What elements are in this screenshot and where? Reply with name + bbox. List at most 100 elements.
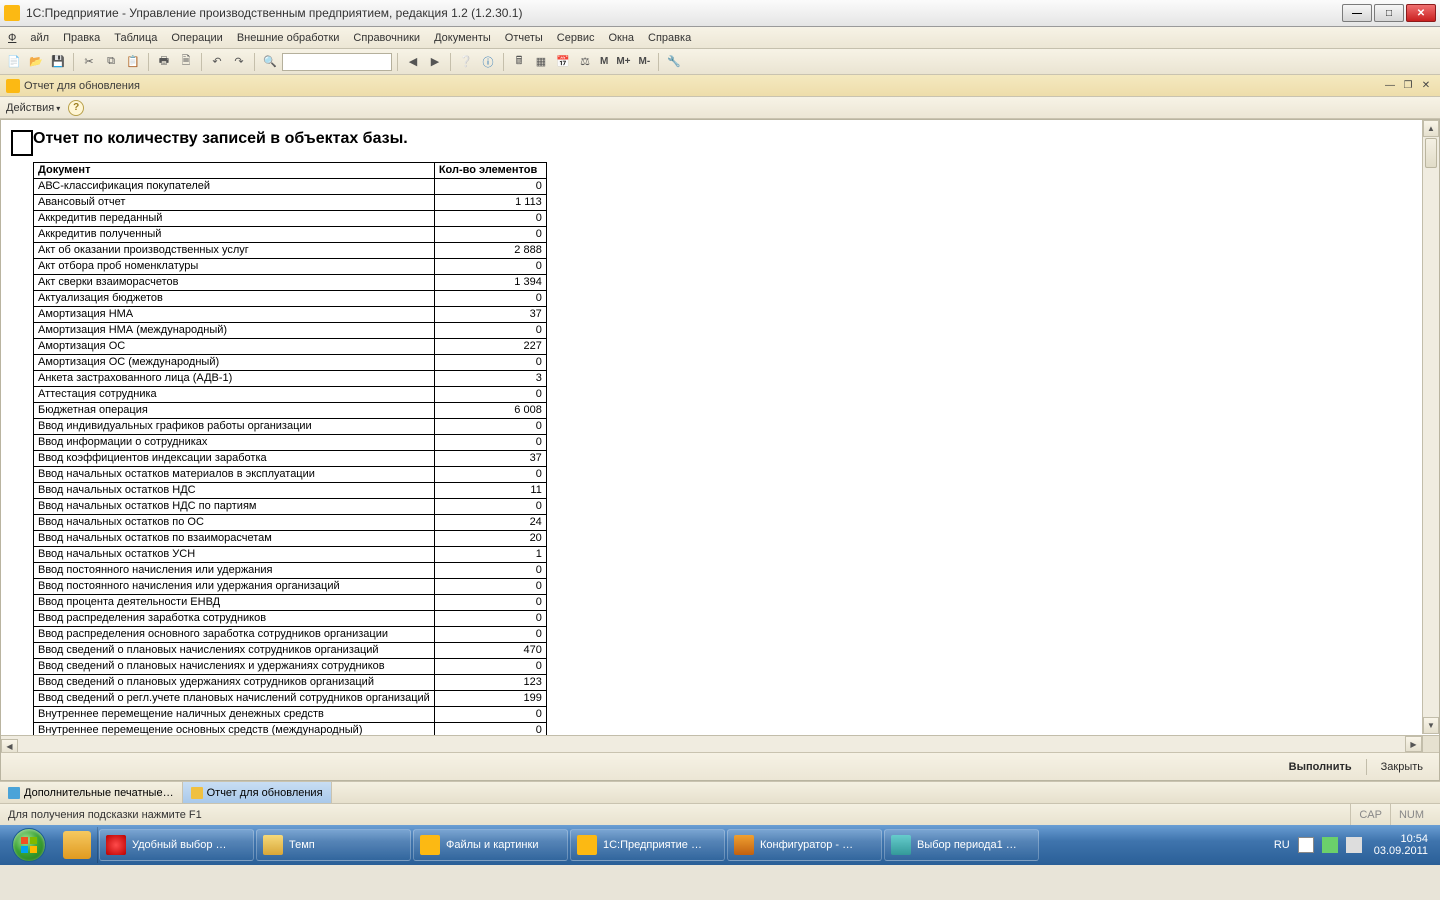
table-row[interactable]: Ввод постоянного начисления или удержани…	[34, 563, 547, 579]
menu-table[interactable]: Таблица	[114, 32, 157, 44]
table-row[interactable]: Ввод распределения заработка сотрудников…	[34, 611, 547, 627]
tray-network-icon[interactable]	[1322, 837, 1338, 853]
table-row[interactable]: Ввод сведений о регл.учете плановых начи…	[34, 691, 547, 707]
horizontal-scrollbar[interactable]: ◀ ▶	[1, 735, 1422, 752]
table-row[interactable]: Ввод коэффициентов индексации заработка3…	[34, 451, 547, 467]
grid-icon[interactable]: ▦	[531, 52, 551, 72]
table-row[interactable]: АВС-классификация покупателей0	[34, 179, 547, 195]
mem-recall-button[interactable]: M	[597, 52, 611, 72]
mdi-tab-print-forms[interactable]: Дополнительные печатные…	[0, 782, 183, 803]
tray-flag-icon[interactable]	[1298, 837, 1314, 853]
table-row[interactable]: Амортизация НМА (международный)0	[34, 323, 547, 339]
table-row[interactable]: Ввод начальных остатков НДС по партиям0	[34, 499, 547, 515]
close-form-button[interactable]: Закрыть	[1375, 759, 1429, 775]
menu-docs[interactable]: Документы	[434, 32, 491, 44]
minimize-button[interactable]: —	[1342, 4, 1372, 22]
table-row[interactable]: Акт отбора проб номенклатуры0	[34, 259, 547, 275]
table-row[interactable]: Акт сверки взаиморасчетов1 394	[34, 275, 547, 291]
table-row[interactable]: Ввод индивидуальных графиков работы орга…	[34, 419, 547, 435]
nav-back-icon[interactable]: ◀	[403, 52, 423, 72]
vertical-scrollbar[interactable]: ▲ ▼	[1422, 120, 1439, 734]
table-row[interactable]: Внутреннее перемещение наличных денежных…	[34, 707, 547, 723]
actions-menu-button[interactable]: Действия▾	[6, 102, 60, 114]
task-opera[interactable]: Удобный выбор …	[99, 829, 254, 861]
table-row[interactable]: Ввод постоянного начисления или удержани…	[34, 579, 547, 595]
pinned-libraries[interactable]	[56, 827, 98, 863]
table-row[interactable]: Ввод сведений о плановых начислениях сот…	[34, 643, 547, 659]
table-row[interactable]: Авансовый отчет1 113	[34, 195, 547, 211]
run-button[interactable]: Выполнить	[1283, 759, 1358, 775]
table-row[interactable]: Ввод сведений о плановых удержаниях сотр…	[34, 675, 547, 691]
mem-plus-button[interactable]: M+	[613, 52, 633, 72]
doc-restore-button[interactable]: ❐	[1400, 79, 1416, 93]
mdi-tab-report[interactable]: Отчет для обновления	[183, 782, 332, 803]
table-row[interactable]: Ввод информации о сотрудниках0	[34, 435, 547, 451]
tray-sound-icon[interactable]	[1346, 837, 1362, 853]
scroll-down-button[interactable]: ▼	[1423, 717, 1439, 734]
scroll-up-button[interactable]: ▲	[1423, 120, 1439, 137]
task-files[interactable]: Файлы и картинки	[413, 829, 568, 861]
table-row[interactable]: Бюджетная операция6 008	[34, 403, 547, 419]
menu-windows[interactable]: Окна	[608, 32, 634, 44]
task-temp[interactable]: Темп	[256, 829, 411, 861]
scroll-left-button[interactable]: ◀	[1, 739, 18, 753]
table-row[interactable]: Акт об оказании производственных услуг2 …	[34, 243, 547, 259]
close-button[interactable]: ✕	[1406, 4, 1436, 22]
table-row[interactable]: Ввод начальных остатков по взаиморасчета…	[34, 531, 547, 547]
table-row[interactable]: Ввод процента деятельности ЕНВД0	[34, 595, 547, 611]
balance-icon[interactable]: ⚖	[575, 52, 595, 72]
task-period[interactable]: Выбор периода1 …	[884, 829, 1039, 861]
start-button[interactable]	[2, 827, 56, 863]
menu-external[interactable]: Внешние обработки	[237, 32, 340, 44]
settings-icon[interactable]: 🔧	[664, 52, 684, 72]
table-row[interactable]: Ввод начальных остатков НДС11	[34, 483, 547, 499]
redo-icon[interactable]: ↷	[229, 52, 249, 72]
mem-minus-button[interactable]: M-	[636, 52, 654, 72]
menu-edit[interactable]: Правка	[63, 32, 100, 44]
menu-operations[interactable]: Операции	[171, 32, 222, 44]
nav-fwd-icon[interactable]: ▶	[425, 52, 445, 72]
new-icon[interactable]: 📄	[4, 52, 24, 72]
table-row[interactable]: Аттестация сотрудника0	[34, 387, 547, 403]
open-icon[interactable]: 📂	[26, 52, 46, 72]
tray-clock[interactable]: 10:54 03.09.2011	[1370, 833, 1432, 857]
calc-icon[interactable]: 🖩	[509, 52, 529, 72]
table-row[interactable]: Ввод начальных остатков материалов в экс…	[34, 467, 547, 483]
table-row[interactable]: Амортизация ОС (международный)0	[34, 355, 547, 371]
task-1c-enterprise[interactable]: 1С:Предприятие …	[570, 829, 725, 861]
print-icon[interactable]: 🖶	[154, 52, 174, 72]
cut-icon[interactable]: ✂	[79, 52, 99, 72]
table-row[interactable]: Аккредитив переданный0	[34, 211, 547, 227]
search-icon[interactable]: 🔍	[260, 52, 280, 72]
search-input[interactable]	[282, 53, 392, 71]
table-row[interactable]: Анкета застрахованного лица (АДВ-1)3	[34, 371, 547, 387]
info-icon[interactable]: ⓘ	[478, 52, 498, 72]
menu-reports[interactable]: Отчеты	[505, 32, 543, 44]
preview-icon[interactable]: 🗎	[176, 52, 196, 72]
scroll-right-button[interactable]: ▶	[1405, 736, 1422, 752]
doc-close-button[interactable]: ✕	[1418, 79, 1434, 93]
table-row[interactable]: Амортизация НМА37	[34, 307, 547, 323]
table-row[interactable]: Ввод распределения основного заработка с…	[34, 627, 547, 643]
menu-help[interactable]: Справка	[648, 32, 691, 44]
undo-icon[interactable]: ↶	[207, 52, 227, 72]
menu-refs[interactable]: Справочники	[353, 32, 420, 44]
maximize-button[interactable]: □	[1374, 4, 1404, 22]
doc-minimize-button[interactable]: —	[1382, 79, 1398, 93]
table-row[interactable]: Ввод начальных остатков УСН1	[34, 547, 547, 563]
tray-lang[interactable]: RU	[1274, 839, 1290, 851]
table-row[interactable]: Актуализация бюджетов0	[34, 291, 547, 307]
scroll-thumb[interactable]	[1425, 138, 1437, 168]
task-configurator[interactable]: Конфигуратор - …	[727, 829, 882, 861]
copy-icon[interactable]: ⧉	[101, 52, 121, 72]
save-icon[interactable]: 💾	[48, 52, 68, 72]
calendar-icon[interactable]: 📅	[553, 52, 573, 72]
help-icon[interactable]: ❔	[456, 52, 476, 72]
menu-service[interactable]: Сервис	[557, 32, 595, 44]
menu-file[interactable]: Файл	[8, 32, 49, 44]
table-row[interactable]: Ввод начальных остатков по ОС24	[34, 515, 547, 531]
table-row[interactable]: Ввод сведений о плановых начислениях и у…	[34, 659, 547, 675]
action-help-button[interactable]: ?	[68, 100, 84, 116]
table-row[interactable]: Аккредитив полученный0	[34, 227, 547, 243]
paste-icon[interactable]: 📋	[123, 52, 143, 72]
